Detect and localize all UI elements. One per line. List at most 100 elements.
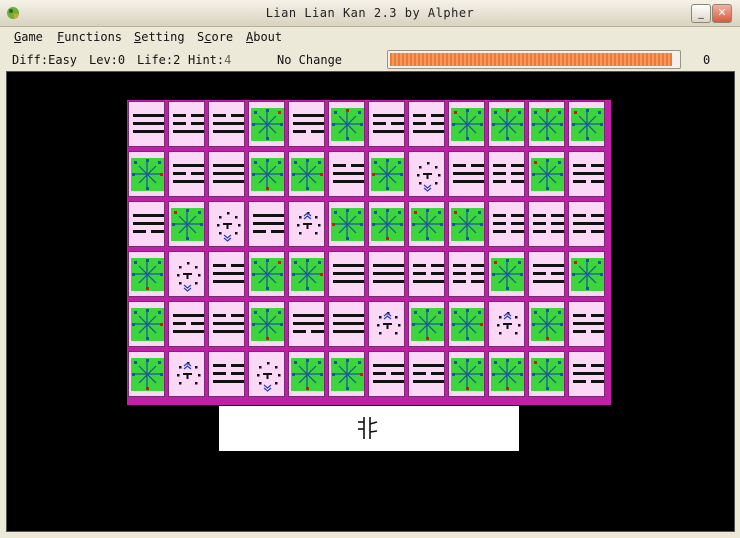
tile[interactable] [168, 151, 205, 197]
menu-about[interactable]: About [246, 30, 282, 44]
tile[interactable] [328, 201, 365, 247]
compass-t-icon [531, 108, 564, 141]
tile[interactable] [288, 301, 325, 347]
tile[interactable] [208, 251, 245, 297]
tile[interactable] [168, 351, 205, 397]
tile[interactable] [208, 151, 245, 197]
menu-game[interactable]: Game [14, 30, 43, 44]
tile[interactable] [448, 251, 485, 297]
close-button[interactable]: ✕ [712, 4, 732, 23]
tile[interactable] [568, 151, 605, 197]
time-progress-fill [390, 53, 672, 66]
tile[interactable] [448, 301, 485, 347]
tile[interactable] [488, 101, 525, 147]
tile[interactable] [208, 351, 245, 397]
tile[interactable] [408, 201, 445, 247]
tile[interactable] [128, 201, 165, 247]
tile[interactable] [288, 351, 325, 397]
hint-label: Hint:4 [188, 53, 232, 67]
tile[interactable] [568, 301, 605, 347]
trigram-3-icon [213, 314, 244, 333]
menu-score[interactable]: Score [197, 30, 233, 44]
compass-b-icon [411, 308, 444, 341]
tile[interactable] [128, 101, 165, 147]
tile[interactable] [168, 251, 205, 297]
tile[interactable] [168, 101, 205, 147]
tile[interactable] [288, 101, 325, 147]
tile[interactable] [528, 201, 565, 247]
tile[interactable] [528, 251, 565, 297]
tile[interactable] [168, 201, 205, 247]
tile[interactable] [328, 301, 365, 347]
trigram-7-icon [573, 164, 604, 183]
compass-l-icon [371, 158, 404, 191]
tile[interactable] [568, 201, 605, 247]
tile[interactable] [568, 251, 605, 297]
tile[interactable] [408, 101, 445, 147]
tile[interactable] [448, 101, 485, 147]
tile[interactable] [568, 351, 605, 397]
tile[interactable] [128, 301, 165, 347]
tile[interactable] [528, 151, 565, 197]
tile[interactable] [368, 201, 405, 247]
tile[interactable] [288, 201, 325, 247]
tile[interactable] [448, 351, 485, 397]
tile[interactable] [408, 351, 445, 397]
compass-r-icon [451, 308, 484, 341]
tile[interactable] [248, 351, 285, 397]
tile[interactable] [408, 301, 445, 347]
tile[interactable] [168, 301, 205, 347]
tile[interactable] [128, 151, 165, 197]
trigram-1-icon [533, 264, 564, 283]
tile[interactable] [328, 351, 365, 397]
trigram-2-icon [293, 314, 324, 333]
tile[interactable] [368, 351, 405, 397]
menu-setting[interactable]: Setting [134, 30, 185, 44]
level-label: Lev:0 [89, 53, 126, 67]
tile[interactable] [208, 301, 245, 347]
tile[interactable] [408, 251, 445, 297]
tile[interactable] [248, 301, 285, 347]
trigram-7-icon [573, 214, 604, 233]
minimize-button[interactable]: _ [691, 4, 711, 23]
trigram-5-icon [173, 114, 204, 133]
compass-r-icon [131, 308, 164, 341]
tile[interactable] [288, 251, 325, 297]
tile[interactable] [248, 151, 285, 197]
tile[interactable] [248, 101, 285, 147]
tile[interactable] [248, 201, 285, 247]
tile[interactable] [488, 351, 525, 397]
tile[interactable] [328, 251, 365, 297]
compass-t-icon [491, 108, 524, 141]
tile[interactable] [408, 151, 445, 197]
tile[interactable] [368, 151, 405, 197]
tile[interactable] [528, 101, 565, 147]
compass-tl-icon [451, 208, 484, 241]
compass-tl-icon [531, 158, 564, 191]
menu-functions[interactable]: Functions [57, 30, 122, 44]
trigram-3-icon [333, 164, 364, 183]
tile[interactable] [488, 301, 525, 347]
tile[interactable] [488, 251, 525, 297]
tile[interactable] [448, 201, 485, 247]
tile[interactable] [128, 351, 165, 397]
tile[interactable] [528, 351, 565, 397]
tile[interactable] [448, 151, 485, 197]
selected-tile-preview [219, 406, 519, 451]
tile[interactable] [568, 101, 605, 147]
tile[interactable] [368, 101, 405, 147]
tile[interactable] [328, 151, 365, 197]
tile[interactable] [288, 151, 325, 197]
tile[interactable] [368, 251, 405, 297]
tile[interactable] [488, 151, 525, 197]
tile[interactable] [128, 251, 165, 297]
tile[interactable] [488, 201, 525, 247]
tile[interactable] [208, 101, 245, 147]
tile[interactable] [328, 101, 365, 147]
tile[interactable] [368, 301, 405, 347]
tile[interactable] [248, 251, 285, 297]
tile[interactable] [528, 301, 565, 347]
tile[interactable] [208, 201, 245, 247]
title-bar[interactable]: Lian Lian Kan 2.3 by Alpher _ ✕ [0, 0, 740, 27]
trigram-5-icon [413, 264, 444, 283]
